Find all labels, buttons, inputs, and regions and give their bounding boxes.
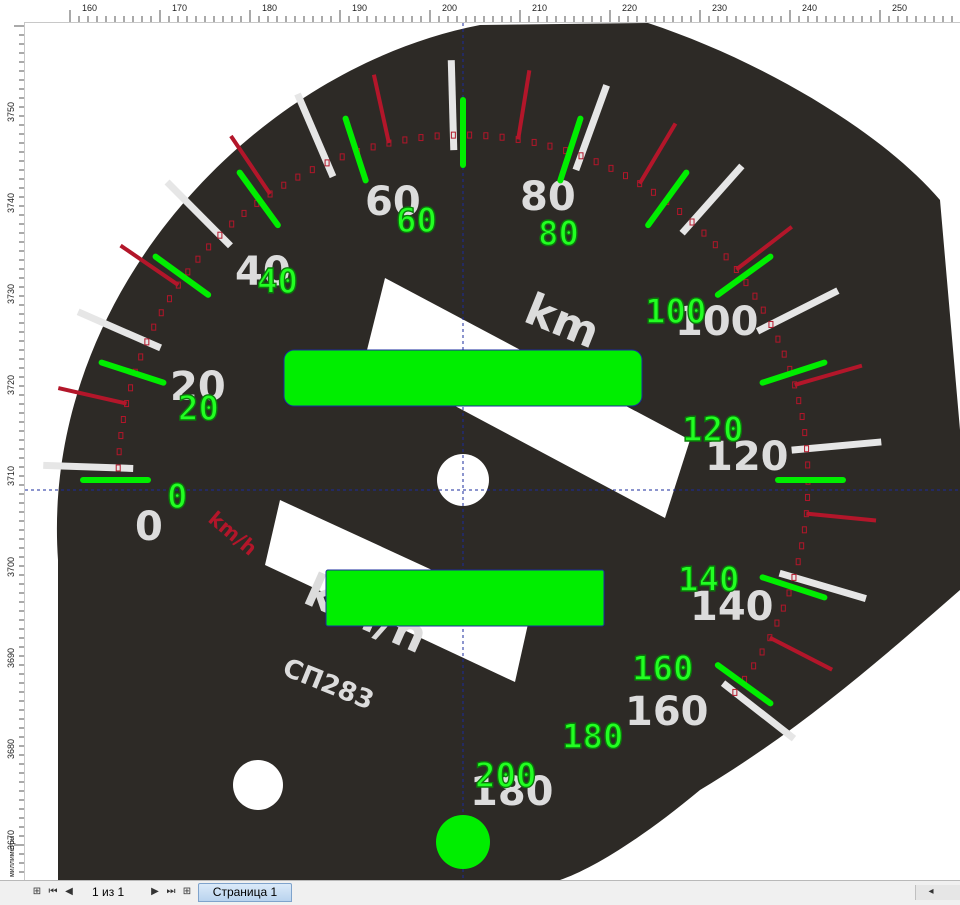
overlay-label[interactable]: 40 [256,261,298,302]
next-page-icon[interactable]: ▶ [148,885,162,899]
ruler-top-label: 210 [532,3,547,13]
last-page-icon[interactable]: ⏭ [164,885,178,899]
mounting-hole [233,760,283,810]
page-navigation-bar: ⊞ ⏮ ◀ 1 из 1 ▶ ⏭ ⊞ Страница 1 ◂ [0,880,960,905]
ruler-top-label: 220 [622,3,637,13]
horizontal-scrollbar[interactable]: ◂ [915,885,960,900]
overlay-label[interactable]: 180 [561,716,624,757]
dial-number: 0 [135,504,163,550]
overlay-label[interactable]: 0 [166,476,188,517]
ruler-left-label: 3720 [6,375,16,395]
scroll-left-icon[interactable]: ◂ [924,885,938,899]
overlay-center-dot[interactable] [436,815,490,869]
ruler-left-label: 3690 [6,648,16,668]
overlay-label[interactable]: 60 [395,200,437,241]
ruler-top-label: 180 [262,3,277,13]
overlay-label[interactable]: 20 [177,388,219,429]
speedometer-dial-plate[interactable] [56,23,960,880]
add-page-after-icon[interactable]: ⊞ [180,885,194,899]
ruler-left-label: 3730 [6,284,16,304]
dial-number: 160 [625,689,709,735]
ruler-top-label: 160 [82,3,97,13]
drawing-canvas[interactable]: 0 20 40 60 80 100 120 140 160 180 km km/… [25,23,960,880]
first-page-icon[interactable]: ⏮ [46,885,60,899]
ruler-left-label: 3710 [6,466,16,486]
overlay-label[interactable]: 160 [631,648,694,689]
ruler-left-label: 3740 [6,193,16,213]
ruler-top-label: 200 [442,3,457,13]
top-ruler-ticks [69,10,953,22]
page-tab[interactable]: Страница 1 [198,883,292,902]
page-indicator: 1 из 1 [92,885,125,899]
odometer-mask-lower[interactable] [325,569,605,627]
ruler-left-label: 3750 [6,102,16,122]
prev-page-icon[interactable]: ◀ [62,885,76,899]
ruler-top[interactable]: 160 170 180 190 200 210 220 230 240 250 [0,0,960,23]
ruler-top-label: 190 [352,3,367,13]
ruler-left-label: 3680 [6,739,16,759]
overlay-label[interactable]: 100 [644,291,707,332]
ruler-top-label: 170 [172,3,187,13]
overlay-label[interactable]: 200 [474,755,537,796]
odometer-mask-upper[interactable] [283,349,643,407]
overlay-label[interactable]: 120 [681,409,744,450]
ruler-top-label: 230 [712,3,727,13]
ruler-left[interactable]: 3750 3740 3730 3720 3710 3700 3690 3680 … [0,22,25,882]
ruler-unit-label: миллиметры [9,836,16,877]
overlay-label[interactable]: 140 [677,559,740,600]
ruler-left-label: 3700 [6,557,16,577]
overlay-label[interactable]: 80 [537,213,579,254]
ruler-top-label: 240 [802,3,817,13]
major-tick [43,461,134,472]
ruler-top-label: 250 [892,3,907,13]
add-page-icon[interactable]: ⊞ [30,885,44,899]
